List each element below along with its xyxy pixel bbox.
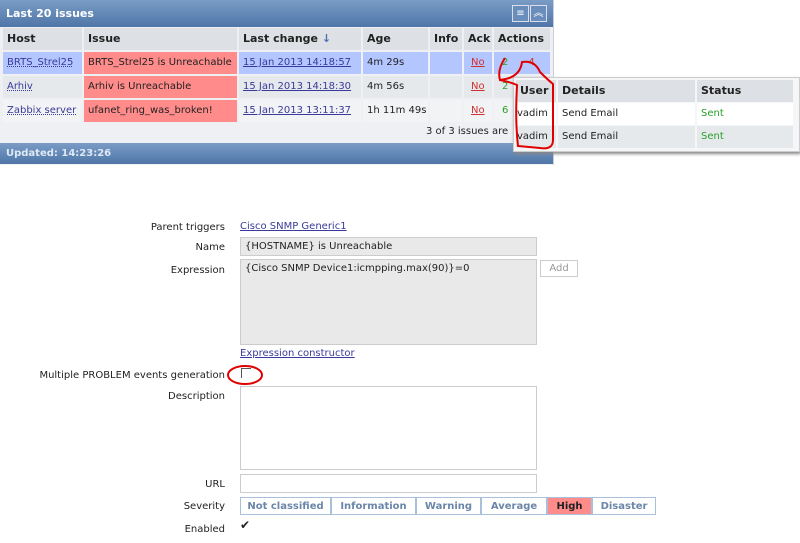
add-button[interactable]: Add xyxy=(540,260,578,277)
url-input[interactable] xyxy=(240,474,537,493)
parent-trigger-link[interactable]: Cisco SNMP Generic1 xyxy=(240,221,347,232)
severity-warning[interactable]: Warning xyxy=(416,497,481,515)
severity-average[interactable]: Average xyxy=(481,497,547,515)
description-textarea[interactable] xyxy=(240,386,537,470)
severity-high[interactable]: High xyxy=(547,497,592,515)
multiple-problem-checkbox[interactable] xyxy=(241,368,251,378)
severity-information[interactable]: Information xyxy=(331,497,416,515)
name-input[interactable]: {HOSTNAME} is Unreachable xyxy=(240,237,537,256)
severity-not-classified[interactable]: Not classified xyxy=(240,497,331,515)
enabled-label: Enabled xyxy=(184,524,225,535)
severity-disaster[interactable]: Disaster xyxy=(592,497,656,515)
multiple-problem-label: Multiple PROBLEM events generation xyxy=(39,370,225,381)
url-label: URL xyxy=(205,479,225,490)
description-label: Description xyxy=(168,391,225,402)
name-label: Name xyxy=(195,242,225,253)
severity-label: Severity xyxy=(183,501,225,512)
expression-constructor-link[interactable]: Expression constructor xyxy=(240,348,355,359)
expression-textarea[interactable]: {Cisco SNMP Device1:icmpping.max(90)}=0 xyxy=(240,259,537,345)
expression-label: Expression xyxy=(170,265,225,276)
parent-triggers-label: Parent triggers xyxy=(150,222,225,233)
enabled-checkbox[interactable]: ✔ xyxy=(240,518,250,532)
